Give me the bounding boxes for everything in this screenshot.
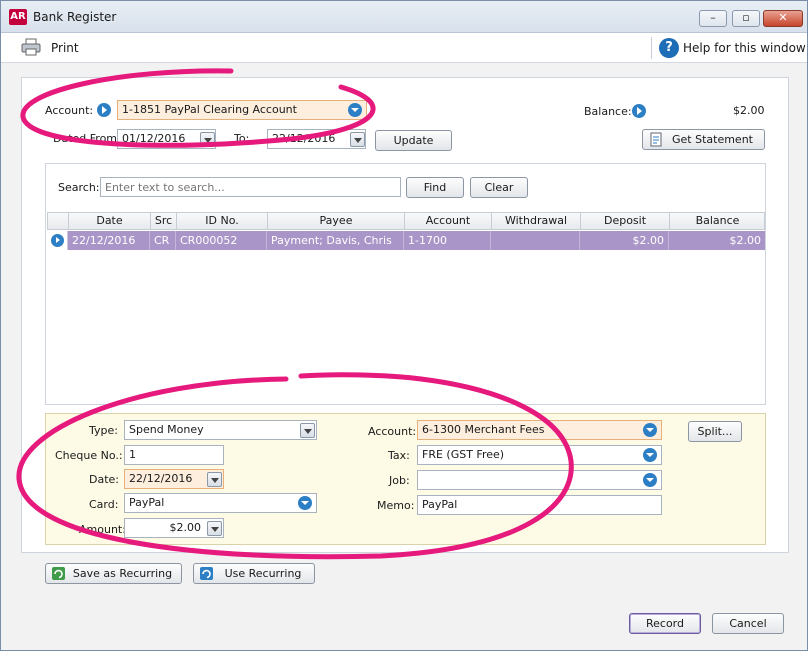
cell-deposit: $2.00 <box>580 231 669 250</box>
window-title: Bank Register <box>33 10 117 24</box>
cell-balance: $2.00 <box>729 234 762 247</box>
column-header-id-no[interactable]: ID No. <box>177 213 268 230</box>
account-detail-arrow-icon[interactable] <box>97 103 111 117</box>
account-label: Account: <box>45 104 94 117</box>
cell-src: CR <box>150 231 176 250</box>
get-statement-button[interactable]: Get Statement <box>642 129 765 150</box>
column-header-deposit[interactable]: Deposit <box>581 213 670 230</box>
balance-value: $2.00 <box>733 104 765 117</box>
record-button[interactable]: Record <box>629 613 701 634</box>
save-recurring-icon <box>52 567 65 580</box>
help-icon[interactable]: ? <box>659 38 679 58</box>
update-button[interactable]: Update <box>375 130 452 151</box>
detail-account-dropdown-icon[interactable] <box>643 423 657 437</box>
card-select[interactable]: PayPal <box>124 493 317 513</box>
type-dropdown-icon[interactable] <box>300 423 315 438</box>
dated-from-calendar-icon[interactable] <box>200 132 215 147</box>
memo-field[interactable]: PayPal <box>417 495 662 515</box>
cell-account: 1-1700 <box>404 231 491 250</box>
to-date-calendar-icon[interactable] <box>350 132 365 147</box>
table-header: Date Src ID No. Payee Account Withdrawal… <box>47 212 765 230</box>
transactions-box <box>45 163 766 405</box>
type-select[interactable]: Spend Money <box>124 420 317 440</box>
balance-label: Balance: <box>584 105 632 118</box>
statement-icon <box>650 132 662 147</box>
tax-label: Tax: <box>388 449 410 462</box>
minimize-icon: – <box>710 11 716 24</box>
help-button[interactable]: Help for this window <box>683 41 806 55</box>
amount-dropdown-icon[interactable] <box>207 521 222 536</box>
column-header-account[interactable]: Account <box>405 213 492 230</box>
cell-id-no: CR000052 <box>176 231 267 250</box>
cell-date: 22/12/2016 <box>68 231 150 250</box>
amount-label: Amount: <box>79 523 126 536</box>
find-button[interactable]: Find <box>406 177 464 198</box>
use-recurring-label: Use Recurring <box>224 567 302 580</box>
memo-label: Memo: <box>377 499 415 512</box>
balance-detail-arrow-icon[interactable] <box>632 104 646 118</box>
to-label: To: <box>234 132 250 145</box>
printer-icon[interactable] <box>21 38 41 56</box>
maximize-icon: ▫ <box>742 11 750 24</box>
use-recurring-icon <box>200 567 213 580</box>
save-as-recurring-button[interactable]: Save as Recurring <box>45 563 182 584</box>
account-dropdown-icon[interactable] <box>348 103 362 117</box>
detail-account-label: Account: <box>368 425 417 438</box>
job-dropdown-icon[interactable] <box>643 473 657 487</box>
cell-withdrawal <box>491 231 580 250</box>
account-select[interactable]: 1-1851 PayPal Clearing Account <box>117 100 367 120</box>
title-bar <box>1 1 807 33</box>
column-header-payee[interactable]: Payee <box>268 213 405 230</box>
app-logo: AR <box>9 9 27 25</box>
date-label: Date: <box>89 473 119 486</box>
dated-from-label: Dated From: <box>53 132 121 145</box>
toolbar-divider <box>651 37 652 59</box>
get-statement-label: Get Statement <box>672 133 753 146</box>
job-select[interactable] <box>417 470 662 490</box>
job-label: Job: <box>389 474 410 487</box>
column-header-withdrawal[interactable]: Withdrawal <box>492 213 581 230</box>
column-header-src[interactable]: Src <box>151 213 177 230</box>
cancel-button[interactable]: Cancel <box>712 613 784 634</box>
detail-account-select[interactable]: 6-1300 Merchant Fees <box>417 420 662 440</box>
tax-dropdown-icon[interactable] <box>643 448 657 462</box>
cheque-no-field[interactable]: 1 <box>124 445 224 465</box>
use-recurring-button[interactable]: Use Recurring <box>193 563 315 584</box>
bank-register-window: AR Bank Register – ▫ ✕ Print ? Help for … <box>0 0 808 651</box>
card-label: Card: <box>89 498 119 511</box>
minimize-button[interactable]: – <box>699 10 727 27</box>
column-header-date[interactable]: Date <box>69 213 151 230</box>
row-detail-arrow-icon[interactable] <box>51 234 64 247</box>
cheque-no-label: Cheque No.: <box>55 449 123 462</box>
maximize-button[interactable]: ▫ <box>732 10 760 27</box>
search-input[interactable] <box>100 177 401 197</box>
type-label: Type: <box>89 424 118 437</box>
column-header-selector <box>48 213 69 230</box>
close-button[interactable]: ✕ <box>763 10 803 27</box>
search-label: Search: <box>58 181 100 194</box>
card-dropdown-icon[interactable] <box>298 496 312 510</box>
print-button[interactable]: Print <box>51 41 79 55</box>
table-row[interactable]: 22/12/2016 CR CR000052 Payment; Davis, C… <box>47 231 765 250</box>
row-selector[interactable] <box>47 231 68 250</box>
tax-select[interactable]: FRE (GST Free) <box>417 445 662 465</box>
split-button[interactable]: Split... <box>688 421 742 442</box>
date-calendar-icon[interactable] <box>207 472 222 487</box>
cell-payee: Payment; Davis, Chris <box>267 231 404 250</box>
save-as-recurring-label: Save as Recurring <box>72 567 173 580</box>
column-header-balance[interactable]: Balance <box>670 213 765 230</box>
close-icon: ✕ <box>778 11 788 24</box>
clear-button[interactable]: Clear <box>470 177 528 198</box>
